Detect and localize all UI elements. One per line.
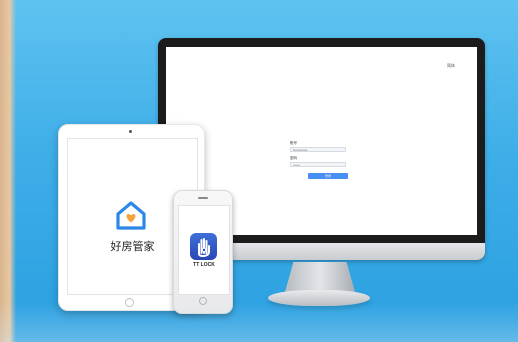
password-label: 密码 [290, 156, 297, 160]
password-field[interactable]: •••••••• [290, 162, 346, 167]
phone-screen: TT LOCK [178, 205, 230, 295]
ttlock-hand-icon[interactable] [190, 233, 217, 260]
login-button[interactable]: 登录 [308, 173, 348, 179]
wooden-surface-edge [0, 0, 16, 342]
phone-speaker [198, 197, 208, 199]
device-showcase-scene: 简体 账号 Test Account 密码 •••••••• 登录 好房管家 T… [0, 0, 518, 342]
bottom-surface-fade [0, 302, 518, 342]
account-label: 账号 [290, 141, 297, 145]
login-form: 账号 Test Account 密码 •••••••• 登录 [290, 141, 358, 179]
account-field[interactable]: Test Account [290, 147, 346, 152]
monitor-stand-neck [285, 262, 355, 292]
phone-app-name: TT LOCK [193, 262, 215, 268]
language-selector[interactable]: 简体 [447, 63, 455, 69]
phone-device: TT LOCK [173, 190, 233, 314]
house-heart-icon[interactable] [115, 199, 147, 231]
tablet-camera [129, 130, 132, 133]
